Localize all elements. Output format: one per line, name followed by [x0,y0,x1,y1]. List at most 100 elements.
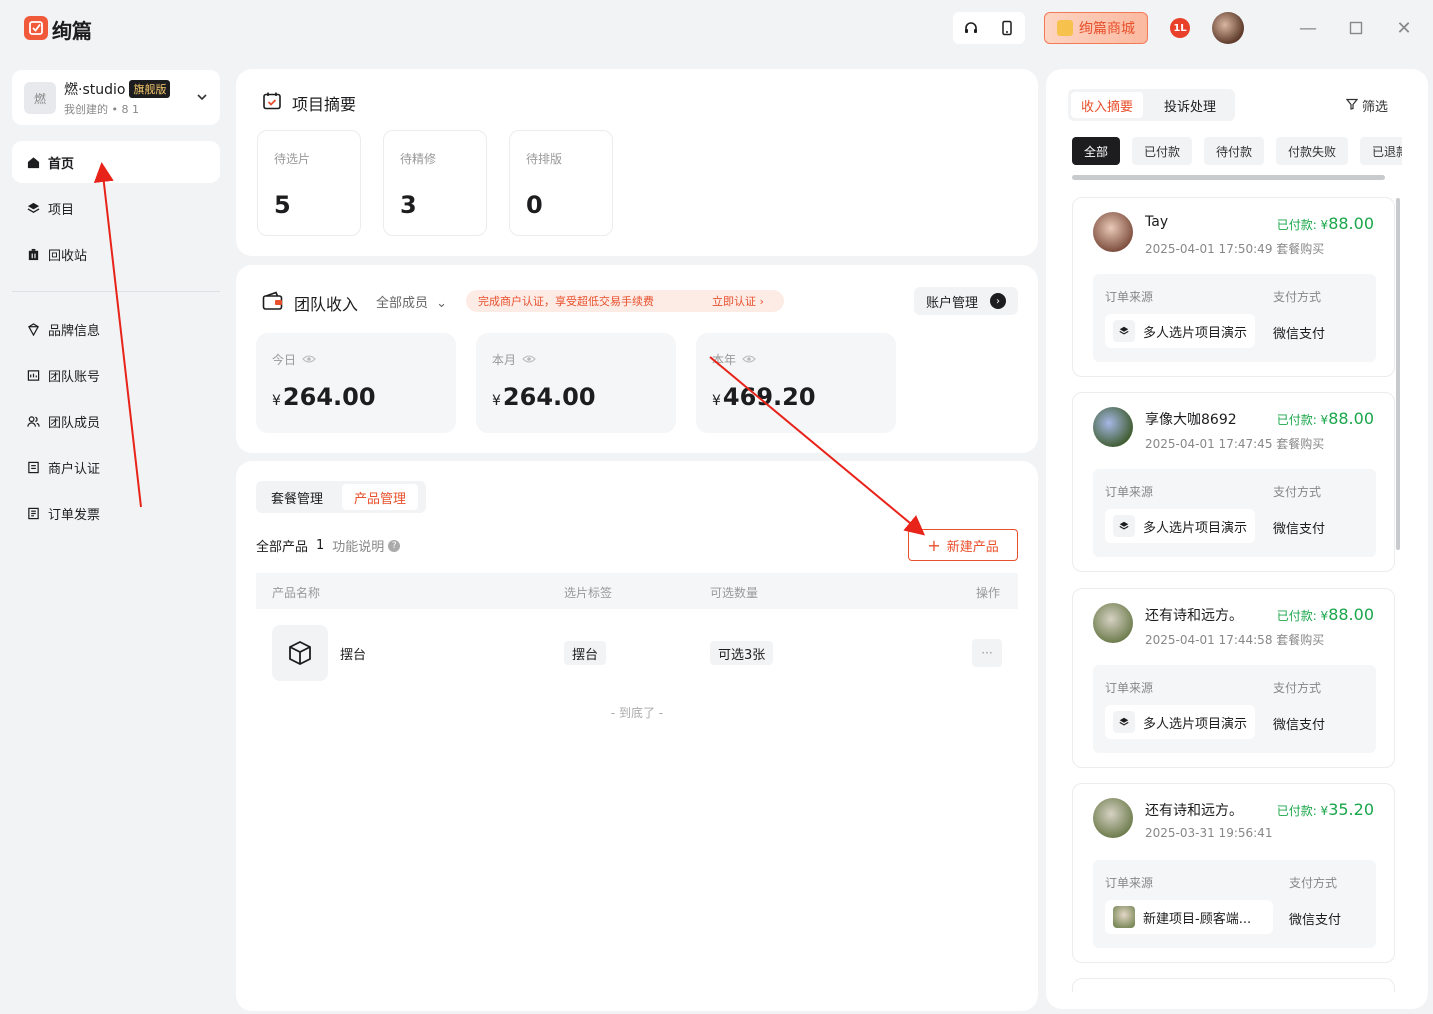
order-card[interactable]: 还有诗和远方。 2025-04-01 17:44:58 套餐购买 已付款: ¥8… [1072,588,1395,768]
sidebar-item-projects[interactable]: 项目 [12,187,220,229]
payment-method: 微信支付 [1273,327,1326,342]
paid-amount: 已付款: ¥88.00 [1277,214,1374,233]
new-product-button[interactable]: + 新建产品 [908,529,1018,561]
payment-label: 支付方式 [1273,485,1322,499]
minimize-icon[interactable]: — [1296,16,1320,40]
app-name: 绚篇 [52,19,92,43]
right-panel-tabs: 收入摘要 投诉处理 [1068,89,1235,121]
help-link[interactable]: 功能说明 ? [332,536,401,555]
income-amount: ¥264.00 [272,383,376,411]
sidebar-item-label: 首页 [48,156,75,172]
sidebar-item-home[interactable]: 首页 [12,141,220,183]
notification-icon[interactable]: 1L [1170,18,1190,38]
eye-icon[interactable] [742,353,756,367]
amount-value: 88.00 [1328,409,1374,428]
product-tag: 摆台 [564,641,607,665]
team-income-title: 团队收入 [294,295,359,314]
order-card[interactable]: 还有诗和远方。 2025-03-31 19:56:41 已付款: ¥35.20 … [1072,783,1395,963]
currency-symbol: ¥ [712,393,721,409]
studio-avatar: 燃 [24,82,56,114]
income-year: 本年 ¥469.20 [696,333,896,433]
currency-symbol: ¥ [272,393,281,409]
gift-icon [1057,20,1073,36]
trash-icon [26,247,40,261]
horizontal-scrollbar[interactable] [1072,175,1385,180]
headset-icon[interactable] [961,18,981,38]
order-source[interactable]: 多人选片项目演示 [1105,314,1256,348]
chevron-down-icon: ⌄ [436,296,448,311]
user-avatar[interactable] [1212,12,1244,44]
tab-income-summary[interactable]: 收入摘要 [1071,92,1144,118]
members-dropdown[interactable]: 全部成员 ⌄ [376,292,447,311]
chip-failed[interactable]: 付款失败 [1276,137,1348,165]
tab-complaints[interactable]: 投诉处理 [1154,92,1226,118]
mall-button-label: 绚篇商城 [1079,21,1135,37]
sidebar-item-team-account[interactable]: 团队账号 [12,354,220,396]
eye-icon[interactable] [522,353,536,367]
studio-name: 燃·studio [64,82,126,98]
buyer-avatar [1093,603,1133,643]
sidebar-item-members[interactable]: 团队成员 [12,400,220,442]
table-row[interactable]: 摆台 摆台 可选3张 ··· [256,620,1018,686]
product-name: 摆台 [340,648,367,663]
sidebar-item-invoice[interactable]: 订单发票 [12,492,220,534]
more-actions-button[interactable]: ··· [972,639,1002,667]
calendar-check-icon [262,91,282,115]
sidebar-item-label: 商户认证 [48,461,101,477]
sidebar-item-trash[interactable]: 回收站 [12,233,220,275]
maximize-icon[interactable] [1344,16,1368,40]
team-account-icon [26,368,40,382]
title-bar: 绚篇 绚篇商城 1L — ✕ [0,0,1433,58]
buyer-name: 还有诗和远方。 [1145,608,1243,624]
source-name: 多人选片项目演示 [1143,520,1248,536]
package-box-icon [272,625,328,681]
stat-card-pending-retouch[interactable]: 待精修 3 [383,130,487,236]
buyer-avatar [1093,212,1133,252]
filter-button[interactable]: 筛选 [1345,96,1388,115]
chip-paid[interactable]: 已付款 [1132,137,1192,165]
close-icon[interactable]: ✕ [1392,16,1416,40]
order-detail-box: 订单来源 支付方式 多人选片项目演示 微信支付 [1093,274,1376,362]
income-label-row: 本月 [492,351,536,368]
order-source[interactable]: 新建项目-顾客端... [1105,900,1273,934]
merchant-icon [26,460,40,474]
tab-products[interactable]: 产品管理 [342,484,419,510]
layers-icon [26,201,40,215]
income-value: 469.20 [722,383,816,411]
account-management-button[interactable]: 账户管理 › [914,287,1018,315]
members-dropdown-label: 全部成员 [376,296,429,311]
studio-switcher[interactable]: 燃 燃·studio 旗舰版 我创建的 • 8 1 [12,70,220,125]
paid-label: 已付款: ¥ [1276,413,1329,427]
stat-card-pending-select[interactable]: 待选片 5 [257,130,361,236]
order-detail-box: 订单来源 支付方式 多人选片项目演示 微信支付 [1093,469,1376,557]
income-month: 本月 ¥264.00 [476,333,676,433]
stat-card-pending-layout[interactable]: 待排版 0 [509,130,613,236]
sidebar-item-brand[interactable]: 品牌信息 [12,308,220,350]
chip-all[interactable]: 全部 [1072,137,1120,165]
order-time: 2025-03-31 19:56:41 [1145,826,1273,840]
app-logo-icon [24,16,48,40]
help-label: 功能说明 [332,540,385,555]
chip-pending[interactable]: 待付款 [1204,137,1264,165]
payment-method: 微信支付 [1273,522,1326,537]
chip-refunded[interactable]: 已退款 [1360,137,1402,165]
tab-packages[interactable]: 套餐管理 [259,484,335,510]
end-of-list-note: - 到底了 - [610,706,664,720]
order-source[interactable]: 多人选片项目演示 [1105,509,1256,543]
order-card[interactable]: Tay 2025-04-01 17:50:49 套餐购买 已付款: ¥88.00… [1072,197,1395,377]
stat-label: 待精修 [400,152,437,166]
promo-verify-link[interactable]: 立即认证 › [712,293,764,309]
order-card[interactable]: 享像大咖8692 2025-04-01 17:47:45 套餐购买 已付款: ¥… [1072,392,1395,572]
vertical-scrollbar[interactable] [1396,198,1400,550]
status-filter-chips: 全部 已付款 待付款 付款失败 已退款 [1072,137,1402,165]
payment-label: 支付方式 [1289,876,1338,890]
income-label-row: 今日 [272,351,316,368]
paid-label: 已付款: ¥ [1276,609,1329,623]
eye-icon[interactable] [302,353,316,367]
sidebar-item-merchant[interactable]: 商户认证 [12,446,220,488]
order-source[interactable]: 多人选片项目演示 [1105,705,1256,739]
phone-icon[interactable] [997,18,1017,38]
new-product-label: 新建产品 [946,539,999,555]
column-header: 操作 [976,586,1001,600]
mall-button[interactable]: 绚篇商城 [1044,12,1148,44]
